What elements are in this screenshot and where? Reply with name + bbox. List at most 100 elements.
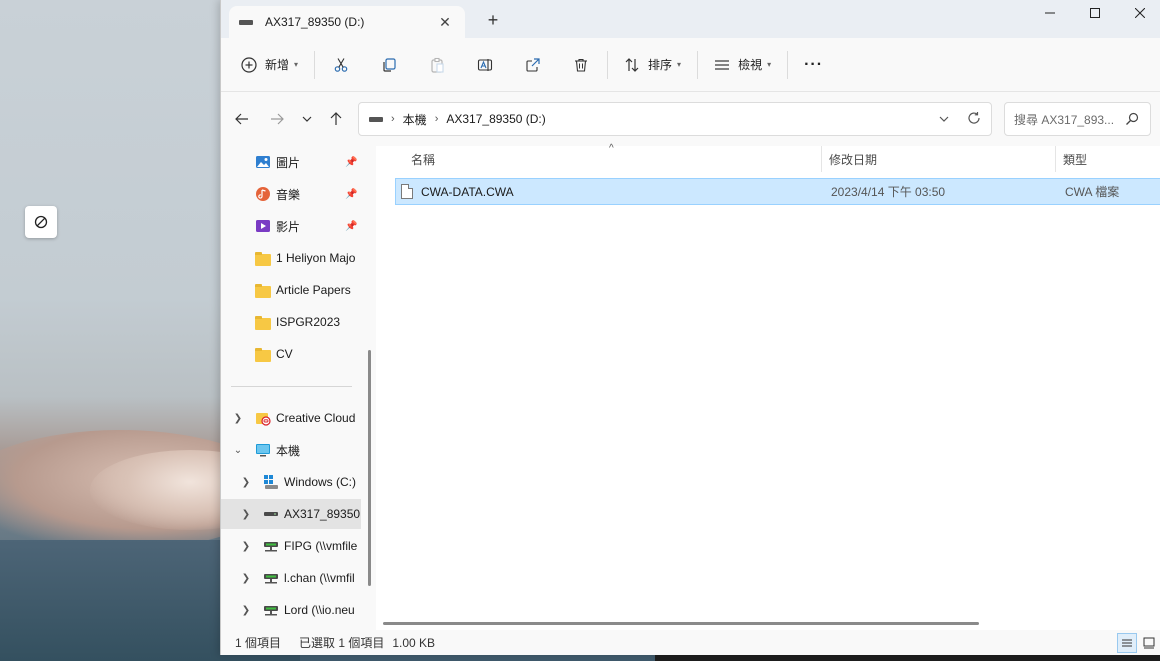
toolbar-divider (607, 50, 609, 79)
refresh-button[interactable] (967, 111, 981, 128)
nav-item-cv[interactable]: CV (221, 339, 361, 369)
rename-icon (477, 58, 493, 71)
folder-icon (255, 250, 271, 266)
chevron-right-icon[interactable]: ❯ (238, 509, 254, 520)
cut-button[interactable] (325, 49, 357, 81)
new-button[interactable]: 新增 ▾ (235, 49, 304, 81)
minimize-button[interactable] (1027, 0, 1073, 26)
view-button-label: 檢視 (738, 58, 763, 72)
nav-item-creative-cloud[interactable]: ❯ Creative Cloud (221, 403, 361, 433)
search-icon (1125, 112, 1139, 129)
nav-item-lchan-network[interactable]: ❯ l.chan (\\vmfil (221, 563, 361, 593)
nav-item-pictures[interactable]: 圖片 📌 (221, 147, 361, 177)
pin-icon[interactable]: 📌 (345, 221, 357, 232)
copy-button[interactable] (373, 49, 405, 81)
file-type: CWA 檔案 (1065, 185, 1120, 199)
share-button[interactable] (517, 49, 549, 81)
nav-item-label: 1 Heliyon Majo (276, 251, 356, 265)
file-explorer-window: AX317_89350 (D:) ✕ + 新增 ▾ 排序 ▾ 檢視 ▾ ··· … (220, 0, 1160, 655)
navigation-pane: 圖片 📌 音樂 📌 影片 📌 1 Heliyon Majo Article Pa… (221, 146, 376, 630)
sort-icon (625, 57, 639, 72)
column-header-modified-label: 修改日期 (829, 152, 878, 167)
selected-count: 已選取 1 個項目 (299, 636, 385, 650)
nav-item-windows-c[interactable]: ❯ Windows (C:) (221, 467, 361, 497)
pin-icon[interactable]: 📌 (345, 157, 357, 168)
videos-icon (256, 220, 270, 232)
delete-button[interactable] (565, 49, 597, 81)
nav-item-fipg-network[interactable]: ❯ FIPG (\\vmfile (221, 531, 361, 561)
command-bar: 新增 ▾ 排序 ▾ 檢視 ▾ ··· (221, 38, 1160, 92)
address-bar[interactable]: › 本機 › AX317_89350 (D:) (358, 102, 992, 136)
maximize-button[interactable] (1072, 0, 1118, 26)
thumbnail-view-button[interactable] (1139, 633, 1159, 653)
chevron-down-icon: ▾ (767, 60, 772, 69)
more-options-button[interactable]: ··· (798, 49, 829, 81)
desktop-widget-button[interactable] (25, 206, 57, 238)
chevron-right-icon[interactable]: ❯ (238, 573, 254, 584)
details-view-button[interactable] (1117, 633, 1137, 653)
recent-locations-button[interactable] (295, 108, 319, 130)
close-icon (1135, 8, 1145, 18)
forward-button[interactable] (265, 108, 289, 130)
column-divider[interactable] (1055, 146, 1056, 172)
view-button[interactable]: 檢視 ▾ (708, 49, 777, 81)
rename-button[interactable] (469, 49, 501, 81)
sort-button[interactable]: 排序 ▾ (618, 49, 687, 81)
nav-item-label: 音樂 (276, 187, 301, 202)
nav-item-label: Article Papers (276, 283, 351, 297)
chevron-right-icon: › (434, 113, 439, 125)
paste-button[interactable] (421, 49, 453, 81)
address-history-button[interactable] (939, 113, 949, 127)
toolbar-divider (697, 50, 699, 79)
nav-item-videos[interactable]: 影片 📌 (221, 211, 361, 241)
search-input[interactable]: 搜尋 AX317_893... (1004, 102, 1151, 136)
nav-item-label: ISPGR2023 (276, 315, 341, 329)
file-list: 名稱 ^ 修改日期 類型 CWA-DATA.CWA 2023/4/14 下午 0… (381, 143, 1160, 630)
nav-item-article-papers[interactable]: Article Papers (221, 275, 361, 305)
nav-item-heliyon-folder[interactable]: 1 Heliyon Majo (221, 243, 361, 273)
pin-icon[interactable]: 📌 (345, 189, 357, 200)
nav-item-drive-d[interactable]: ❯ AX317_89350 (221, 499, 361, 529)
arrow-right-icon (271, 113, 284, 125)
nav-item-lord-network[interactable]: ❯ Lord (\\io.neu (221, 595, 361, 625)
nav-divider (231, 386, 352, 387)
blocked-icon (34, 215, 48, 229)
chevron-right-icon[interactable]: ❯ (230, 413, 246, 424)
nav-item-ispgr2023[interactable]: ISPGR2023 (221, 307, 361, 337)
nav-item-music[interactable]: 音樂 📌 (221, 179, 361, 209)
folder-icon (255, 346, 271, 362)
breadcrumb-this-pc[interactable]: 本機 (403, 111, 427, 128)
column-header-modified[interactable]: 修改日期 (829, 146, 1049, 172)
back-button[interactable] (230, 108, 254, 130)
toolbar-divider (314, 50, 316, 79)
new-button-label: 新增 (265, 58, 290, 72)
folder-icon (255, 314, 271, 330)
music-icon (256, 187, 270, 201)
horizontal-scrollbar[interactable] (383, 622, 979, 625)
close-tab-button[interactable]: ✕ (435, 14, 455, 31)
chevron-right-icon[interactable]: ❯ (238, 541, 254, 552)
nav-scrollbar[interactable] (368, 350, 371, 586)
copy-icon (383, 57, 396, 72)
column-header-type[interactable]: 類型 (1063, 146, 1160, 172)
nav-item-label: CV (276, 347, 293, 361)
new-tab-button[interactable]: + (483, 10, 503, 31)
table-row[interactable]: CWA-DATA.CWA 2023/4/14 下午 03:50 CWA 檔案 (395, 178, 1160, 205)
thumbnail-view-icon (1143, 637, 1155, 649)
refresh-icon (968, 112, 980, 124)
close-window-button[interactable] (1117, 0, 1160, 26)
nav-item-this-pc[interactable]: ⌄ 本機 (221, 435, 361, 465)
chevron-down-icon[interactable]: ⌄ (230, 445, 246, 456)
chevron-right-icon[interactable]: ❯ (238, 605, 254, 616)
chevron-right-icon[interactable]: ❯ (238, 477, 254, 488)
tab-drive-d[interactable]: AX317_89350 (D:) ✕ (229, 6, 465, 38)
network-drive-icon (264, 606, 278, 616)
column-divider[interactable] (821, 146, 822, 172)
sort-ascending-icon: ^ (609, 143, 614, 154)
breadcrumb-drive[interactable]: AX317_89350 (D:) (446, 112, 545, 126)
chevron-right-icon: › (391, 113, 395, 125)
pictures-icon (256, 156, 270, 168)
up-button[interactable] (324, 108, 348, 130)
share-icon (526, 57, 540, 72)
creative-cloud-icon (256, 413, 271, 426)
